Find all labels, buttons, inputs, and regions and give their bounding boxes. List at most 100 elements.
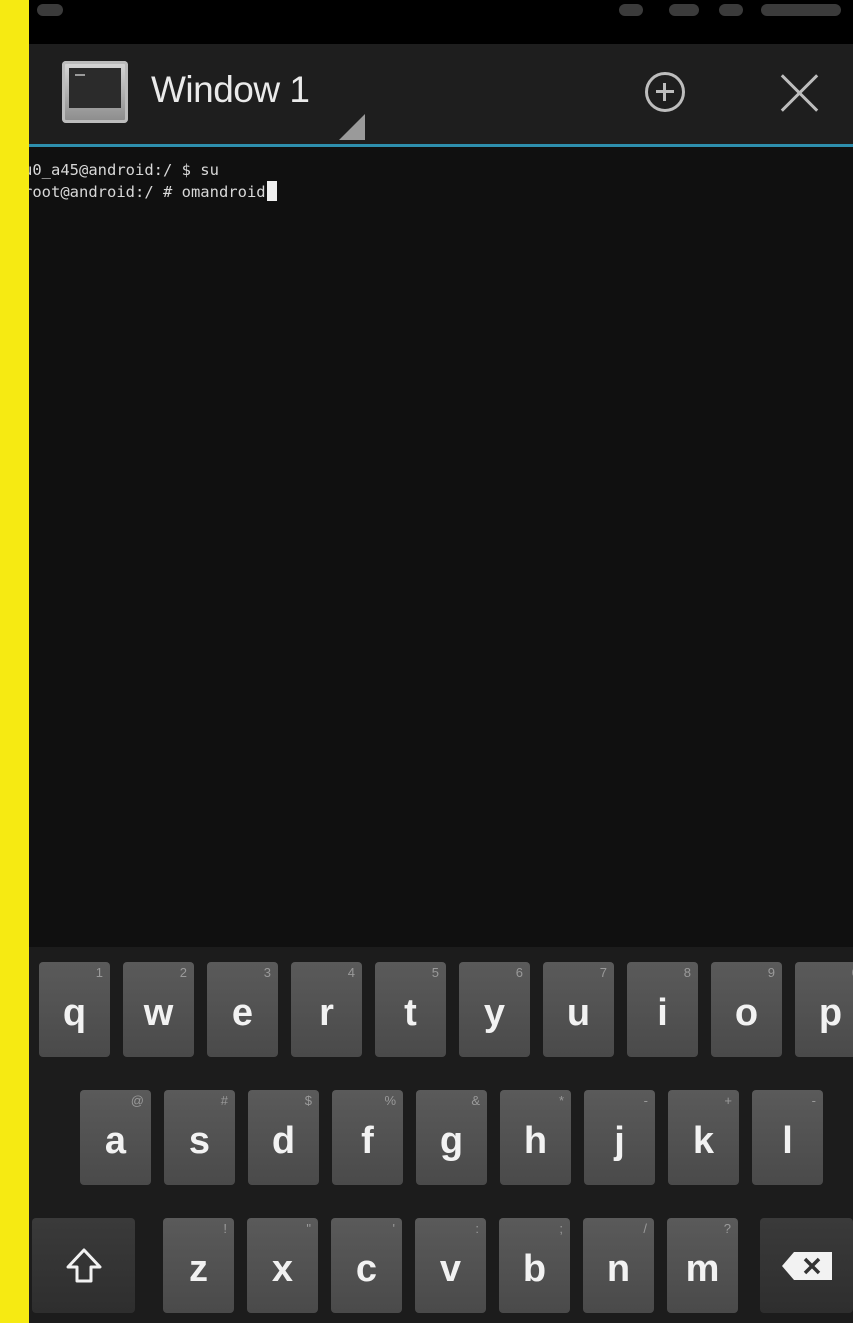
key-label: q xyxy=(62,992,87,1034)
soft-keyboard: 1q2w3e4r5t6y7u8i9o0p@a#s$d%f&g*h-j+k-l!z… xyxy=(29,947,853,1323)
key-m[interactable]: ? m xyxy=(667,1218,738,1313)
key-label: d xyxy=(271,1120,296,1162)
key-hint: - xyxy=(643,1093,648,1108)
key-x[interactable]: " x xyxy=(247,1218,318,1313)
plus-circle-icon[interactable] xyxy=(645,72,685,112)
key-u[interactable]: 7u xyxy=(543,962,614,1057)
key-hint: 5 xyxy=(431,965,439,980)
key-hint: @ xyxy=(130,1093,144,1108)
key-label: o xyxy=(734,992,759,1034)
key-hint: ' xyxy=(392,1221,395,1236)
status-clock xyxy=(761,4,841,16)
key-label: a xyxy=(104,1120,127,1162)
key-label: j xyxy=(614,1120,625,1162)
key-label: i xyxy=(657,992,668,1034)
key-label: r xyxy=(319,992,334,1034)
key-hint: ? xyxy=(723,1221,731,1236)
key-hint: 4 xyxy=(347,965,355,980)
key-hint: 6 xyxy=(515,965,523,980)
key-a[interactable]: @ a xyxy=(80,1090,151,1185)
key-hint: : xyxy=(475,1221,479,1236)
key-w[interactable]: 2w xyxy=(123,962,194,1057)
key-j[interactable]: -j xyxy=(584,1090,655,1185)
terminal-line: u0_a45@android:/ $ su xyxy=(29,161,219,179)
key-i[interactable]: 8i xyxy=(627,962,698,1057)
key-label: b xyxy=(522,1248,547,1290)
key-hint: % xyxy=(384,1093,396,1108)
phone-screen: Window 1 u0_a45@android:/ $ su root@andr… xyxy=(29,0,853,1323)
key-z[interactable]: ! z xyxy=(163,1218,234,1313)
backspace-key[interactable] xyxy=(760,1218,853,1313)
action-bar: Window 1 xyxy=(29,44,853,147)
key-k[interactable]: + k xyxy=(668,1090,739,1185)
key-label: g xyxy=(439,1120,464,1162)
key-hint: & xyxy=(471,1093,480,1108)
key-v[interactable]: :v xyxy=(415,1218,486,1313)
key-b[interactable]: ; b xyxy=(499,1218,570,1313)
terminal-line: root@android:/ # omandroid xyxy=(29,183,266,201)
key-label: m xyxy=(685,1248,720,1290)
key-h[interactable]: * h xyxy=(500,1090,571,1185)
key-c[interactable]: ' c xyxy=(331,1218,402,1313)
key-o[interactable]: 9o xyxy=(711,962,782,1057)
key-hint: 1 xyxy=(95,965,103,980)
key-l[interactable]: -l xyxy=(752,1090,823,1185)
key-label: x xyxy=(271,1248,294,1290)
key-label: t xyxy=(404,992,417,1034)
key-hint: 3 xyxy=(263,965,271,980)
key-hint: ; xyxy=(559,1221,563,1236)
wifi-icon xyxy=(619,4,643,16)
key-r[interactable]: 4r xyxy=(291,962,362,1057)
key-hint: / xyxy=(643,1221,647,1236)
key-d[interactable]: $ d xyxy=(248,1090,319,1185)
terminal-line-prompt: root@android:/ # omandroid xyxy=(29,181,847,203)
key-y[interactable]: 6y xyxy=(459,962,530,1057)
key-label: v xyxy=(439,1248,462,1290)
key-hint: * xyxy=(558,1093,564,1108)
key-label: n xyxy=(606,1248,631,1290)
shift-icon xyxy=(64,1246,104,1286)
key-hint: - xyxy=(811,1093,816,1108)
shift-key[interactable] xyxy=(32,1218,135,1313)
close-icon[interactable] xyxy=(779,72,821,114)
key-label: k xyxy=(692,1120,715,1162)
key-hint: 2 xyxy=(179,965,187,980)
backspace-icon xyxy=(780,1250,834,1282)
status-bar xyxy=(29,0,853,44)
key-label: u xyxy=(566,992,591,1034)
signal-icon xyxy=(669,4,699,16)
key-p[interactable]: 0p xyxy=(795,962,853,1057)
notification-icon xyxy=(37,4,63,16)
key-label: e xyxy=(231,992,254,1034)
terminal-app-icon xyxy=(62,61,128,123)
key-hint: " xyxy=(306,1221,311,1236)
key-label: z xyxy=(189,1248,208,1290)
key-label: f xyxy=(361,1120,374,1162)
key-label: c xyxy=(355,1248,378,1290)
terminal-output[interactable]: u0_a45@android:/ $ su root@android:/ # o… xyxy=(29,147,853,947)
key-label: l xyxy=(782,1120,793,1162)
key-hint: $ xyxy=(304,1093,312,1108)
window-dropdown-icon[interactable] xyxy=(339,114,365,140)
key-s[interactable]: # s xyxy=(164,1090,235,1185)
key-t[interactable]: 5t xyxy=(375,962,446,1057)
key-hint: + xyxy=(724,1093,732,1108)
key-hint: 7 xyxy=(599,965,607,980)
key-hint: ! xyxy=(223,1221,227,1236)
battery-icon xyxy=(719,4,743,16)
key-label: p xyxy=(818,992,843,1034)
key-g[interactable]: & g xyxy=(416,1090,487,1185)
key-hint: # xyxy=(220,1093,228,1108)
key-label: w xyxy=(143,992,174,1034)
key-f[interactable]: % f xyxy=(332,1090,403,1185)
key-hint: 9 xyxy=(767,965,775,980)
key-e[interactable]: 3e xyxy=(207,962,278,1057)
key-hint: 8 xyxy=(683,965,691,980)
key-n[interactable]: / n xyxy=(583,1218,654,1313)
key-q[interactable]: 1q xyxy=(39,962,110,1057)
key-label: s xyxy=(188,1120,211,1162)
key-label: h xyxy=(523,1120,548,1162)
key-label: y xyxy=(483,992,506,1034)
text-cursor xyxy=(266,181,277,201)
window-title[interactable]: Window 1 xyxy=(151,69,310,111)
